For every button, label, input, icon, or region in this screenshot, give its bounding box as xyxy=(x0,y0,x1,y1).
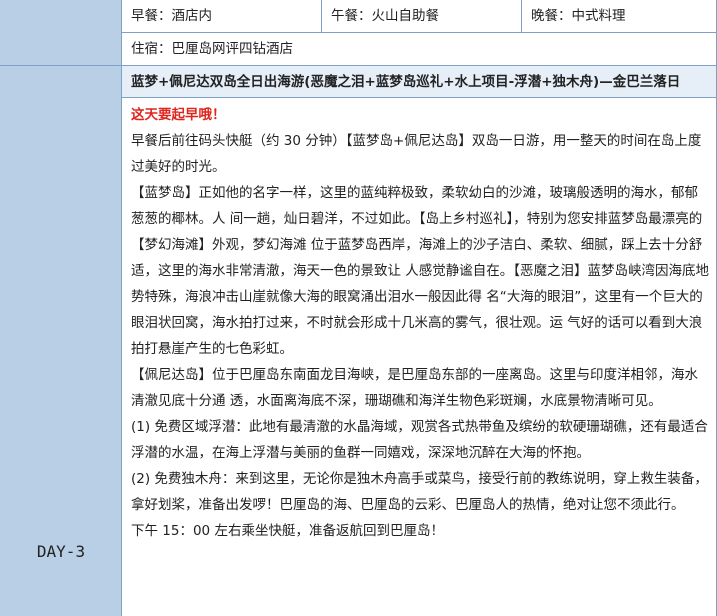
day-panel: DAY-3 xyxy=(0,66,122,616)
left-header-panel xyxy=(0,0,122,66)
day-description: 这天要起早哦！ 早餐后前往码头快艇（约 30 分钟）【蓝梦岛+佩尼达岛】双岛一日… xyxy=(122,99,717,616)
meals-row: 早餐：酒店内 午餐：火山自助餐 晚餐：中式料理 xyxy=(122,0,717,33)
breakfast-cell: 早餐：酒店内 xyxy=(122,0,322,33)
itinerary-sheet: DAY-3 早餐：酒店内 午餐：火山自助餐 晚餐：中式料理 住宿：巴厘岛网评四钻… xyxy=(0,0,717,616)
paragraph-snorkeling: (1) 免费区域浮潜：此地有最清澈的水晶海域，观赏各式热带鱼及缤纷的软硬珊瑚礁，… xyxy=(131,419,708,461)
accommodation-row: 住宿：巴厘岛网评四钻酒店 xyxy=(122,33,717,66)
lunch-cell: 午餐：火山自助餐 xyxy=(322,0,522,33)
paragraph-kayak: (2) 免费独木舟：来到这里，无论你是独木舟高手或菜鸟，接受行前的教练说明，穿上… xyxy=(131,471,708,513)
paragraph-return: 下午 15：00 左右乘坐快艇，准备返航回到巴厘岛！ xyxy=(131,523,444,539)
paragraph-intro: 早餐后前往码头快艇（约 30 分钟）【蓝梦岛+佩尼达岛】双岛一日游，用一整天的时… xyxy=(131,133,702,175)
day-title: 蓝梦+佩尼达双岛全日出海游(恶魔之泪+蓝梦岛巡礼+水上项目-浮潜+独木舟)—金巴… xyxy=(122,66,717,98)
day-label: DAY-3 xyxy=(36,542,86,561)
dinner-cell: 晚餐：中式料理 xyxy=(531,8,626,24)
early-alert: 这天要起早哦！ xyxy=(131,107,226,123)
paragraph-penida: 【佩尼达岛】位于巴厘岛东南面龙目海峡，是巴厘岛东部的一座离岛。这里与印度洋相邻，… xyxy=(131,367,698,409)
paragraph-lembongan: 【蓝梦岛】正如他的名字一样，这里的蓝纯粹极致，柔软幼白的沙滩，玻璃般透明的海水，… xyxy=(131,185,710,357)
